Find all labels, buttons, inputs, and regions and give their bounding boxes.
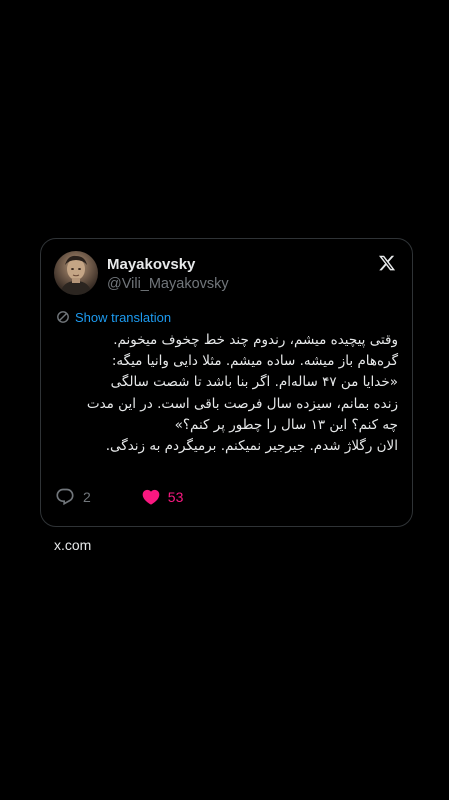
- tweet-text: وقتی پیچیده میشم، رندوم چند خط چخوف میخو…: [55, 330, 398, 457]
- tweet-text-line: وقتی پیچیده میشم، رندوم چند خط چخوف میخو…: [113, 332, 398, 348]
- tweet-text-line: زنده بمانم، سیزده سال فرصت باقی است. در …: [86, 395, 398, 412]
- show-translation-label: Show translation: [75, 309, 172, 325]
- tweet-text-line: الان رگلاژ شدم. جیرجیر نمیکنم. برمیگردم …: [105, 438, 398, 455]
- like-count: 53: [167, 489, 184, 505]
- author-name[interactable]: Mayakovsky: [107, 256, 195, 273]
- tweet-text-line: چه کنم؟ این ۱۳ سال را چطور پر کنم؟»: [174, 416, 398, 433]
- reply-count: 2: [83, 489, 91, 505]
- like-button[interactable]: 53: [141, 487, 184, 507]
- author-handle[interactable]: @Vili_Mayakovsky: [107, 276, 229, 292]
- show-translation-link[interactable]: Show translation: [56, 308, 171, 326]
- reply-button[interactable]: 2: [55, 487, 91, 507]
- tweet-text-line: «خدایا من ۴۷ ساله‌ام. اگر بنا باشد تا شص…: [110, 374, 398, 391]
- heart-icon: [141, 487, 161, 507]
- tweet-card[interactable]: Mayakovsky @Vili_Mayakovsky Show transla…: [40, 238, 413, 527]
- translate-icon: [56, 310, 70, 324]
- tweet-header: Mayakovsky @Vili_Mayakovsky: [54, 251, 399, 299]
- tweet-actions: 2 53: [55, 486, 183, 508]
- reply-icon: [55, 487, 75, 507]
- x-logo-icon[interactable]: [378, 254, 396, 272]
- tweet-text-line: گره‌هام باز میشه. ساده میشم. مثلا دایی و…: [111, 353, 398, 370]
- source-domain: x.com: [54, 537, 92, 553]
- avatar[interactable]: [54, 251, 98, 295]
